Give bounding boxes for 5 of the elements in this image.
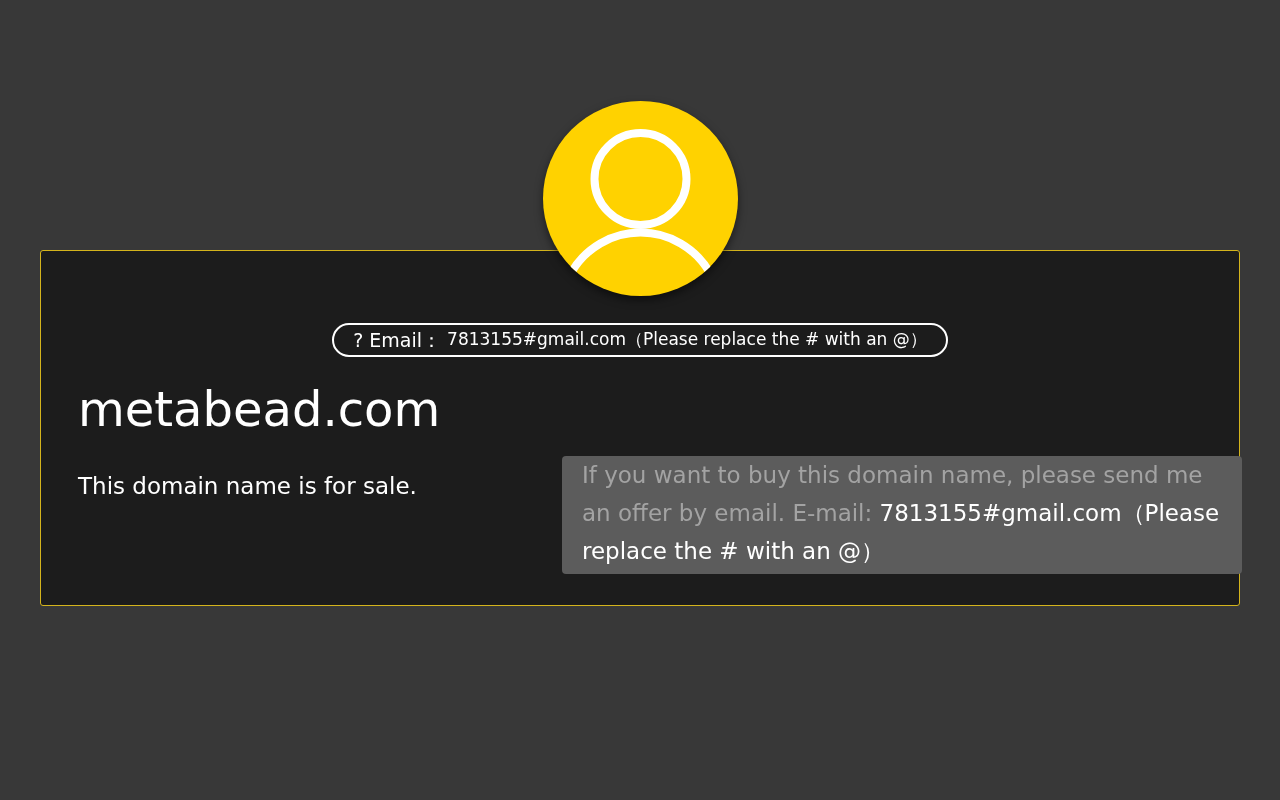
- email-value: 7813155#gmail.com（Please replace the # with an @）: [447, 328, 927, 352]
- domain-title: metabead.com: [78, 380, 442, 439]
- email-label: ? Email：: [353, 327, 442, 353]
- sale-note: This domain name is for sale.: [78, 472, 417, 501]
- offer-text: If you want to buy this domain name, please send me an offer by email. E-mail: 7813155#gmail.com（Please replace the # with an @）: [582, 461, 1221, 566]
